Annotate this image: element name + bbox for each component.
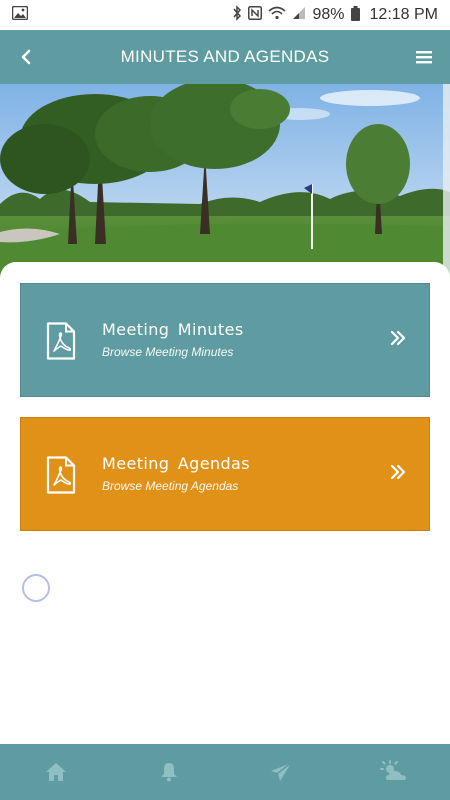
golf-course-photo: [0, 84, 450, 284]
weather-icon[interactable]: [374, 752, 414, 792]
chevron-left-icon[interactable]: [14, 45, 38, 69]
page-title: MINUTES AND AGENDAS: [120, 47, 330, 66]
hamburger-menu-icon[interactable]: [412, 45, 436, 69]
meeting-minutes-card[interactable]: Meeting Minutes Browse Meeting Minutes: [20, 283, 430, 397]
home-icon[interactable]: [36, 752, 76, 792]
double-chevron-right-icon: [389, 329, 407, 347]
bottom-nav: [0, 744, 450, 800]
pdf-icon: [46, 322, 76, 360]
send-icon[interactable]: [261, 752, 301, 792]
image-icon: [11, 5, 29, 24]
bluetooth-icon: [232, 5, 242, 25]
loading-spinner: [22, 574, 50, 602]
meeting-agendas-card[interactable]: Meeting Agendas Browse Meeting Agendas: [20, 417, 430, 531]
nfc-icon: [248, 6, 263, 24]
status-bar: 98% 12:18 PM: [0, 0, 450, 30]
pdf-icon: [46, 456, 76, 494]
card-title: Meeting Minutes: [102, 320, 244, 339]
double-chevron-right-icon: [389, 463, 407, 481]
wifi-icon: [268, 6, 287, 24]
status-time: 12:18 PM: [369, 6, 438, 23]
app-header: MINUTES AND AGENDAS: [0, 30, 450, 84]
battery-icon: [350, 5, 360, 25]
card-subtitle: Browse Meeting Minutes: [102, 345, 234, 359]
bell-icon[interactable]: [149, 752, 189, 792]
battery-percent: 98%: [312, 6, 345, 23]
card-title: Meeting Agendas: [102, 454, 250, 473]
signal-icon: [292, 6, 306, 24]
card-subtitle: Browse Meeting Agendas: [102, 479, 239, 493]
content-panel: Meeting Minutes Browse Meeting Minutes M…: [0, 262, 450, 744]
